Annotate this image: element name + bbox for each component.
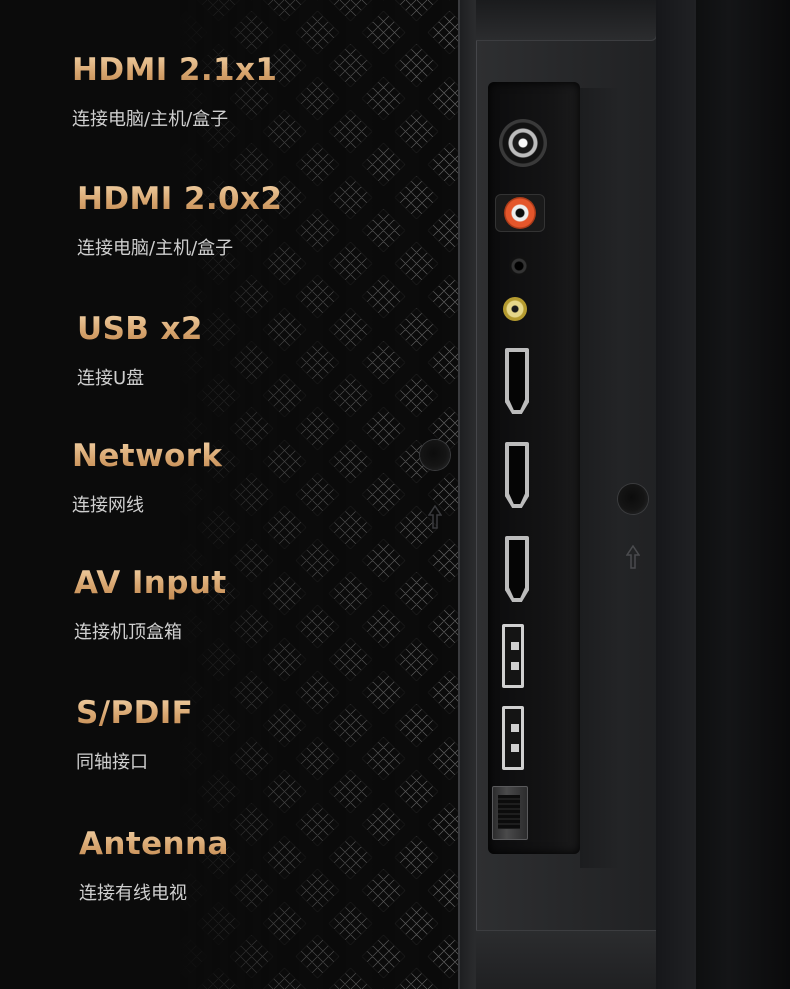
- arrow-up-icon: [626, 545, 640, 569]
- feature-description: 同轴接口: [76, 752, 148, 773]
- feature-description: 连接电脑/主机/盒子: [77, 238, 234, 259]
- tv-edge: [696, 0, 790, 989]
- panel-right-wall: [656, 0, 696, 989]
- feature-hdmi-2-0: HDMI 2.0x2 连接电脑/主机/盒子: [77, 181, 282, 260]
- feature-description: 连接网线: [72, 495, 144, 516]
- feature-title: USB x2: [77, 311, 203, 347]
- av-input-port: [503, 297, 527, 321]
- screw-hole-icon: [618, 484, 648, 514]
- panel-inner-strip: [580, 88, 620, 868]
- feature-title: AV Input: [74, 565, 227, 601]
- audio-jack-port: [509, 256, 529, 276]
- feature-hdmi-2-1: HDMI 2.1x1 连接电脑/主机/盒子: [72, 52, 277, 131]
- feature-usb: USB x2 连接U盘: [77, 311, 203, 390]
- feature-title: HDMI 2.0x2: [77, 181, 283, 217]
- feature-description: 连接机顶盒箱: [74, 622, 182, 643]
- panel-bottom-ridge: [476, 930, 656, 989]
- usb-port-1: [502, 624, 524, 688]
- usb-port-2: [502, 706, 524, 770]
- feature-title: Network: [72, 438, 223, 474]
- coax-antenna-port: [499, 119, 547, 167]
- feature-title: HDMI 2.1x1: [72, 52, 278, 88]
- panel-top-ridge: [476, 0, 657, 41]
- feature-description: 连接有线电视: [79, 883, 187, 904]
- feature-title: Antenna: [79, 826, 229, 862]
- arrow-up-icon: [428, 505, 442, 529]
- rca-spdif-port: [495, 194, 545, 232]
- ethernet-port: [492, 786, 528, 840]
- product-detail-image: HDMI 2.1x1 连接电脑/主机/盒子 HDMI 2.0x2 连接电脑/主机…: [0, 0, 790, 989]
- hdmi-port-1: [505, 348, 529, 414]
- feature-antenna: Antenna 连接有线电视: [79, 826, 229, 905]
- feature-description: 连接U盘: [77, 368, 145, 389]
- feature-av-input: AV Input 连接机顶盒箱: [74, 565, 227, 644]
- feature-network: Network 连接网线: [72, 438, 222, 517]
- feature-title: S/PDIF: [76, 695, 194, 731]
- hdmi-port-2: [505, 442, 529, 508]
- feature-spdif: S/PDIF 同轴接口: [76, 695, 193, 774]
- hdmi-port-3: [505, 536, 529, 602]
- screw-hole-icon: [420, 440, 450, 470]
- feature-description: 连接电脑/主机/盒子: [72, 109, 229, 130]
